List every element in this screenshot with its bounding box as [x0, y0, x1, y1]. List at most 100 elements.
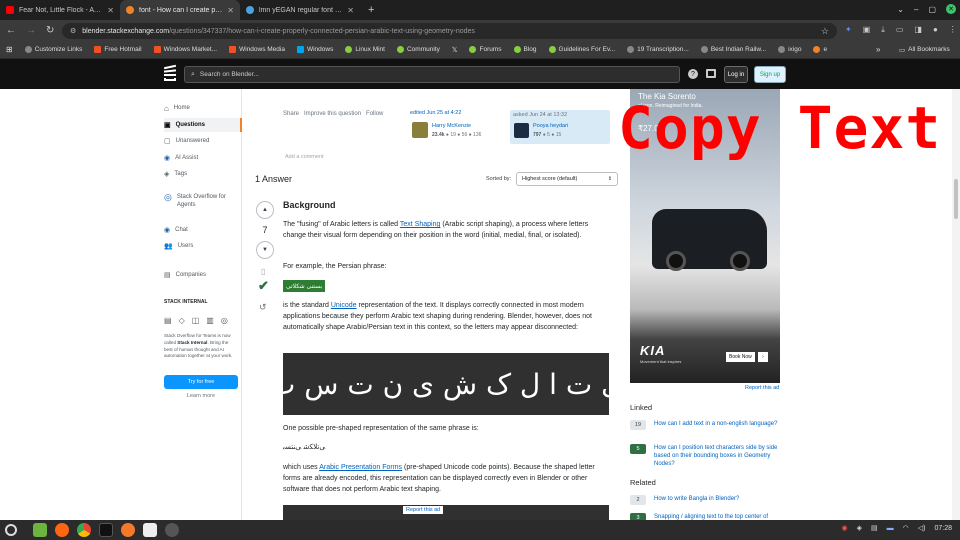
downvote-button[interactable]: ▼ [256, 241, 274, 259]
menu-kebab-icon[interactable]: ⋮ [949, 25, 957, 35]
linked-item[interactable]: 5 How can I position text characters sid… [630, 444, 785, 468]
improve-question-link[interactable]: Improve this question [304, 111, 361, 117]
chrome-icon[interactable] [77, 523, 91, 537]
close-tab-icon[interactable]: ✕ [107, 6, 114, 15]
update-icon[interactable]: ◉ [842, 524, 848, 532]
settings-icon[interactable] [143, 523, 157, 537]
bookmark-item[interactable]: Customize Links [24, 46, 82, 53]
bookmark-item[interactable]: Linux Mint [345, 46, 385, 53]
book-now-button[interactable]: Book Now [726, 352, 755, 362]
asker-name[interactable]: Pooya heydari [533, 123, 568, 129]
question-link[interactable]: How to write Bangla in Blender? [654, 495, 739, 505]
bookmark-item[interactable]: Best Indian Railw... [700, 46, 766, 53]
extensions-puzzle-icon[interactable]: ▣ [863, 25, 871, 35]
all-bookmarks-button[interactable]: ▭ All Bookmarks [899, 46, 950, 54]
sort-select[interactable]: Highest score (default) ⇕ [516, 172, 618, 186]
shield-icon[interactable]: ◈ [857, 524, 862, 532]
text-shaping-link[interactable]: Text Shaping [400, 221, 440, 228]
apps-grid-icon[interactable]: ⊞ [6, 45, 13, 54]
close-window-icon[interactable]: ✕ [946, 4, 956, 14]
files-icon[interactable] [33, 523, 47, 537]
tab-font[interactable]: lmn yEGAN regular font unic ✕ [240, 0, 360, 20]
terminal-icon[interactable] [99, 523, 113, 537]
bookmark-item[interactable]: 19 Transcription... [627, 46, 689, 53]
cast-icon[interactable]: ▭ [896, 25, 904, 35]
tab-stackexchange[interactable]: font - How can I create prope ✕ [120, 0, 240, 20]
history-icon[interactable]: ↺ [259, 302, 267, 313]
reload-icon[interactable]: ↻ [46, 25, 54, 36]
bookmark-item[interactable]: Windows Market... [153, 46, 217, 53]
avatar[interactable] [412, 122, 428, 138]
edited-timestamp[interactable]: edited Jun 25 at 4:22 [410, 110, 506, 116]
nav-chat[interactable]: ◉ Chat [164, 223, 242, 237]
app-icon[interactable] [165, 523, 179, 537]
nav-users[interactable]: 👥 Users [164, 239, 242, 253]
nav-so-for-agents[interactable]: ◎ Stack Overflow for Agents [164, 193, 242, 215]
address-bar[interactable]: ⚙ blender.stackexchange.com/questions/34… [62, 23, 837, 39]
question-link[interactable]: How can I position text characters side … [654, 444, 785, 468]
download-icon[interactable]: ⤓ [881, 25, 885, 35]
bookmark-item[interactable]: Community [396, 46, 440, 53]
maximize-icon[interactable]: ▢ [928, 5, 936, 14]
bookmark-item[interactable]: Windows Media [229, 46, 285, 53]
linked-item[interactable]: 19 How can I add text in a non-english l… [630, 420, 785, 430]
copy-text-overlay[interactable]: Copy Text [618, 94, 941, 162]
mint-menu-icon[interactable] [5, 524, 17, 536]
forward-icon[interactable]: → [26, 25, 36, 36]
avatar[interactable] [514, 123, 529, 138]
unicode-link[interactable]: Unicode [331, 302, 357, 309]
presentation-forms-link[interactable]: Arabic Presentation Forms [319, 464, 402, 471]
close-tab-icon[interactable]: ✕ [347, 6, 354, 15]
bookmark-item[interactable]: ixigo [778, 46, 801, 53]
bookmark-item[interactable]: Blog [513, 46, 537, 53]
nav-tags[interactable]: ◈ Tags [164, 167, 242, 181]
volume-icon[interactable]: ◁) [918, 524, 926, 532]
nav-home[interactable]: ⌂ Home [164, 101, 242, 115]
site-switcher-icon[interactable] [706, 69, 716, 78]
bookmark-item[interactable]: e [813, 46, 827, 53]
site-info-icon[interactable]: ⚙ [70, 27, 76, 35]
wifi-icon[interactable]: ◠ [903, 524, 909, 532]
bookmark-item[interactable]: Free Hotmail [94, 46, 142, 53]
bookmark-item[interactable]: Guidelines For Ev... [548, 46, 615, 53]
signup-button[interactable]: Sign up [754, 66, 786, 83]
bookmark-item[interactable]: Forums [469, 46, 502, 53]
report-ad-link[interactable]: Report this ad [403, 506, 444, 514]
question-link[interactable]: How can I add text in a non-english lang… [654, 420, 777, 430]
clock[interactable]: 07:28 [934, 525, 952, 532]
report-ad-link[interactable]: Report this ad [745, 385, 779, 391]
sidebar-icon[interactable]: ◨ [914, 25, 922, 35]
stack-exchange-logo-icon[interactable] [163, 64, 178, 82]
tab-search-icon[interactable]: ⌄ [897, 5, 904, 14]
bookmark-star-icon[interactable]: ☆ [821, 26, 829, 37]
related-item[interactable]: 2 How to write Bangla in Blender? [630, 495, 785, 505]
share-link[interactable]: Share [283, 111, 299, 117]
back-icon[interactable]: ← [6, 25, 16, 36]
clipboard-icon[interactable]: ▤ [871, 524, 878, 532]
scrollbar-thumb[interactable] [954, 179, 958, 219]
minimize-icon[interactable]: – [914, 5, 918, 14]
blender-icon[interactable] [121, 523, 135, 537]
page-scrollbar[interactable] [952, 89, 960, 520]
bookmarks-overflow-button[interactable]: » [876, 45, 880, 54]
editor-name[interactable]: Harry McKenzie [432, 123, 471, 129]
flag-icon[interactable]: ▬ [887, 525, 894, 532]
bookmark-item[interactable]: 𝕏 [452, 46, 458, 54]
site-search-input[interactable]: ⌕ Search on Blender... [184, 66, 680, 83]
close-tab-icon[interactable]: ✕ [227, 6, 234, 15]
login-button[interactable]: Log in [724, 66, 748, 83]
tab-youtube[interactable]: Fear Not, Little Flock - A Cap ✕ [0, 0, 120, 20]
arrow-right-icon[interactable]: › [758, 352, 768, 362]
profile-avatar[interactable]: ● [933, 25, 938, 35]
firefox-icon[interactable] [55, 523, 69, 537]
add-comment-link[interactable]: Add a comment [285, 154, 324, 160]
new-tab-button[interactable]: + [360, 4, 382, 16]
nav-ai-assist[interactable]: ◉ AI Assist [164, 151, 242, 165]
extension-icon[interactable]: ✦ [845, 25, 852, 35]
nav-unanswered[interactable]: ▢ Unanswered [164, 134, 242, 148]
learn-more-link[interactable]: Learn more [164, 393, 238, 399]
follow-link[interactable]: Follow [366, 111, 383, 117]
nav-questions[interactable]: ▣ Questions [164, 118, 242, 132]
try-for-free-button[interactable]: Try for free [164, 375, 238, 389]
help-icon[interactable]: ? [688, 69, 698, 79]
